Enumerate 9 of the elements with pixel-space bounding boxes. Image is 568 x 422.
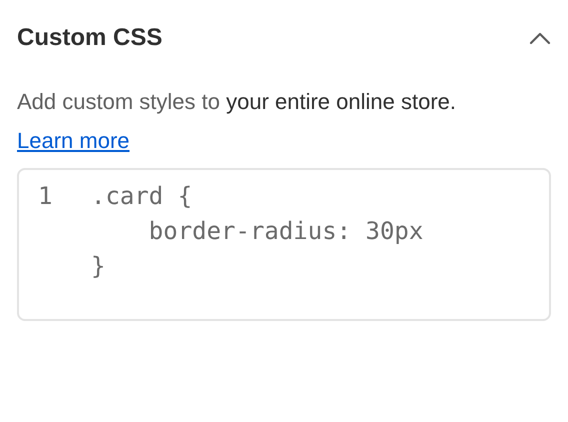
code-editor[interactable]: 1 .card { border-radius: 30px } [17, 168, 551, 321]
chevron-icon [529, 31, 551, 45]
line-number: 1 [37, 182, 54, 210]
code-line: border-radius: 30px [148, 216, 424, 244]
section-description: Add custom styles to your entire online store. [17, 88, 457, 116]
code-line: } [91, 252, 106, 280]
learn-more-link[interactable]: Learn more [17, 128, 130, 154]
code-line: .card { [91, 182, 192, 210]
section-title: Custom CSS [17, 24, 162, 52]
